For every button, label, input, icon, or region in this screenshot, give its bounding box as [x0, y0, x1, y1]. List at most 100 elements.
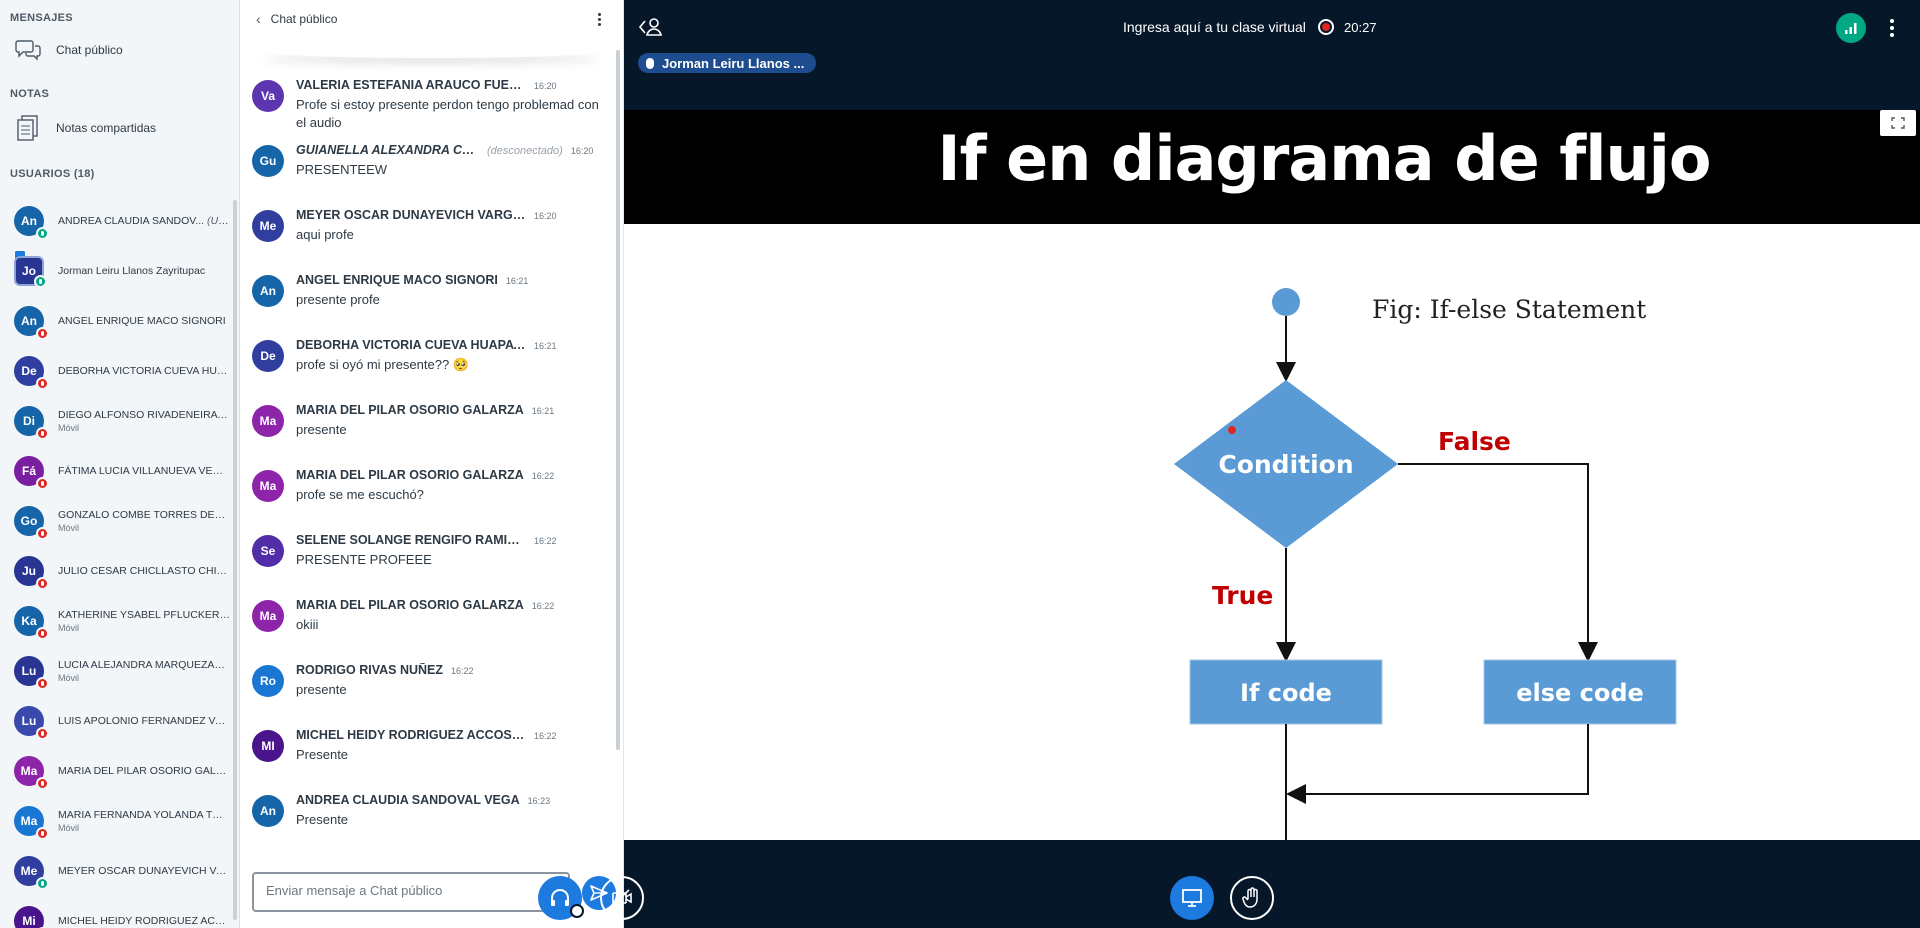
user-device: Móvil	[58, 673, 80, 683]
user-item[interactable]: Ka KATHERINE YSABEL PFLUCKER GU... Móvil	[0, 596, 239, 646]
user-list[interactable]: An ANDREA CLAUDIA SANDOV... (Usted) Jo J…	[0, 196, 239, 928]
chat-message: Se SELENE SOLANGE RENGIFO RAMIREZ 16:22 PR…	[240, 523, 616, 588]
shared-notes-nav[interactable]: Notas compartidas	[0, 106, 239, 150]
message-text: presente	[296, 422, 347, 437]
user-item[interactable]: De DEBORHA VICTORIA CUEVA HUAPA...	[0, 346, 239, 396]
user-item[interactable]: An ANGEL ENRIQUE MACO SIGNORI	[0, 296, 239, 346]
mic-muted-icon	[36, 327, 49, 340]
mic-on-icon	[36, 877, 49, 890]
message-time: 16:22	[451, 666, 474, 676]
presentation-button[interactable]	[1170, 876, 1214, 920]
avatar: Di	[14, 406, 49, 440]
message-author: MARIA DEL PILAR OSORIO GALARZA	[296, 403, 524, 417]
mic-muted-icon	[36, 827, 49, 840]
recording-icon[interactable]	[1318, 19, 1334, 35]
message-author: MEYER OSCAR DUNAYEVICH VARGAS	[296, 208, 526, 222]
message-text: PRESENTE PROFEEE	[296, 552, 432, 567]
mic-muted-icon	[36, 727, 49, 740]
else-code-label: else code	[1516, 679, 1644, 707]
message-time: 16:22	[531, 601, 555, 611]
mic-muted-icon	[36, 577, 49, 590]
chat-options-icon[interactable]	[591, 12, 607, 26]
user-item[interactable]: Lu LUIS APOLONIO FERNANDEZ VARG...	[0, 696, 239, 746]
avatar: Me	[252, 210, 284, 242]
user-device: Móvil	[58, 623, 80, 633]
user-item[interactable]: Lu LUCIA ALEJANDRA MARQUEZADO ... Móvil	[0, 646, 239, 696]
user-item[interactable]: Ma MARIA DEL PILAR OSORIO GALARZA	[0, 746, 239, 796]
flowchart-diagram: Condition False True If code else code	[1174, 288, 1677, 840]
avatar-initials: Lu	[21, 714, 37, 728]
message-time: 16:22	[531, 471, 555, 481]
avatar-initials: An	[21, 314, 37, 328]
mic-muted-icon	[36, 527, 49, 540]
message-author: DEBORHA VICTORIA CUEVA HUAPAYA	[296, 338, 526, 352]
signal-bars-icon	[1845, 23, 1857, 34]
chat-message: MI MICHEL HEIDY RODRIGUEZ ACCOSTUPA 16:22…	[240, 718, 616, 783]
message-author: VALERIA ESTEFANIA ARAUCO FUENTES	[296, 78, 526, 92]
notes-section-title: NOTAS	[10, 88, 50, 100]
avatar-initials: Ma	[20, 814, 38, 828]
user-item[interactable]: Me MEYER OSCAR DUNAYEVICH VARGAS	[0, 846, 239, 896]
connection-status-button[interactable]	[1836, 13, 1866, 43]
chat-message-input[interactable]	[266, 883, 526, 898]
chat-message: Ma MARIA DEL PILAR OSORIO GALARZA 16:22 pr…	[240, 458, 616, 523]
avatar-initials: Di	[23, 414, 35, 428]
presentation-slide[interactable]: If en diagrama de flujo Fig: If-else Sta…	[624, 110, 1920, 840]
message-text: Presente	[296, 747, 349, 762]
chat-message: De DEBORHA VICTORIA CUEVA HUAPAYA 16:21 pr…	[240, 328, 616, 393]
mic-muted-icon	[36, 677, 49, 690]
avatar: Se	[252, 535, 284, 567]
public-chat-nav[interactable]: Chat público	[0, 30, 239, 70]
avatar: Ka	[14, 606, 49, 640]
avatar-initials: Ka	[21, 614, 37, 628]
avatar-initials: Fá	[21, 464, 36, 478]
raise-hand-button[interactable]	[1230, 876, 1274, 920]
user-name-text: ANDREA CLAUDIA SANDOV...	[58, 215, 205, 227]
message-text: aqui profe	[296, 227, 354, 242]
message-time: 16:21	[505, 276, 529, 286]
avatar: MI	[252, 730, 284, 762]
chat-input-box: ✓	[252, 872, 570, 912]
avatar-initials: Lu	[21, 664, 37, 678]
message-author: RODRIGO RIVAS NUÑEZ	[296, 663, 443, 677]
message-author: MARIA DEL PILAR OSORIO GALARZA	[296, 468, 524, 482]
avatar: Va	[252, 80, 284, 112]
message-text: profe si oyó mi presente?? 🥺	[296, 357, 469, 372]
avatar-initials: Jo	[21, 264, 36, 278]
you-tag: (Usted)	[207, 215, 230, 227]
toggle-userlist-icon[interactable]	[638, 16, 664, 43]
chat-message: Va VALERIA ESTEFANIA ARAUCO FUENTES 16:20…	[240, 68, 616, 133]
audio-options-chevron-icon[interactable]	[570, 904, 584, 918]
user-item[interactable]: Ju JULIO CESAR CHICLLASTO CHIPANA	[0, 546, 239, 596]
header-divider	[260, 44, 603, 58]
avatar-initials: An	[21, 214, 37, 228]
message-text: Profe si estoy presente perdon tengo pro…	[296, 97, 599, 130]
share-webcam-button[interactable]	[600, 876, 644, 920]
user-list-scrollbar[interactable]	[233, 200, 237, 920]
sidebar: MENSAJES Chat público NOTAS Notas compar…	[0, 0, 240, 928]
laser-pointer	[1228, 426, 1236, 434]
user-item[interactable]: Mi MICHEL HEIDY RODRIGUEZ ACCOS...	[0, 896, 239, 928]
user-item[interactable]: Fá FÁTIMA LUCIA VILLANUEVA VENEG...	[0, 446, 239, 496]
chevron-left-icon[interactable]: ‹	[256, 11, 261, 27]
chat-message: An ANDREA CLAUDIA SANDOVAL VEGA 16:23 Pres…	[240, 783, 616, 848]
avatar-initials: Ju	[21, 564, 36, 578]
message-list[interactable]: Va VALERIA ESTEFANIA ARAUCO FUENTES 16:20…	[240, 68, 616, 862]
user-item[interactable]: Ma MARIA FERNANDA YOLANDA TOVA... Móvil	[0, 796, 239, 846]
user-name: DIEGO ALFONSO RIVADENEIRA TU...	[58, 409, 230, 421]
user-item[interactable]: Go GONZALO COMBE TORRES DELLA ... Móvil	[0, 496, 239, 546]
message-text: presente profe	[296, 292, 380, 307]
user-name: DEBORHA VICTORIA CUEVA HUAPA...	[58, 365, 230, 377]
options-menu-icon[interactable]	[1890, 19, 1894, 37]
mic-muted-icon	[36, 777, 49, 790]
user-item[interactable]: Di DIEGO ALFONSO RIVADENEIRA TU... Móvil	[0, 396, 239, 446]
user-item[interactable]: Jo Jorman Leiru Llanos Zayritupac	[0, 246, 239, 296]
user-device: Móvil	[58, 523, 80, 533]
talking-indicator: Jorman Leiru Llanos ...	[638, 53, 817, 73]
user-item[interactable]: An ANDREA CLAUDIA SANDOV... (Usted)	[0, 196, 239, 246]
chat-scrollbar[interactable]	[616, 50, 620, 750]
chat-message: Ro RODRIGO RIVAS NUÑEZ 16:22 presente	[240, 653, 616, 718]
chat-message: Gu GUIANELLA ALEXANDRA CRUC... (desconect…	[240, 133, 616, 198]
mic-muted-icon	[36, 477, 49, 490]
conference-app: MENSAJES Chat público NOTAS Notas compar…	[0, 0, 1920, 928]
